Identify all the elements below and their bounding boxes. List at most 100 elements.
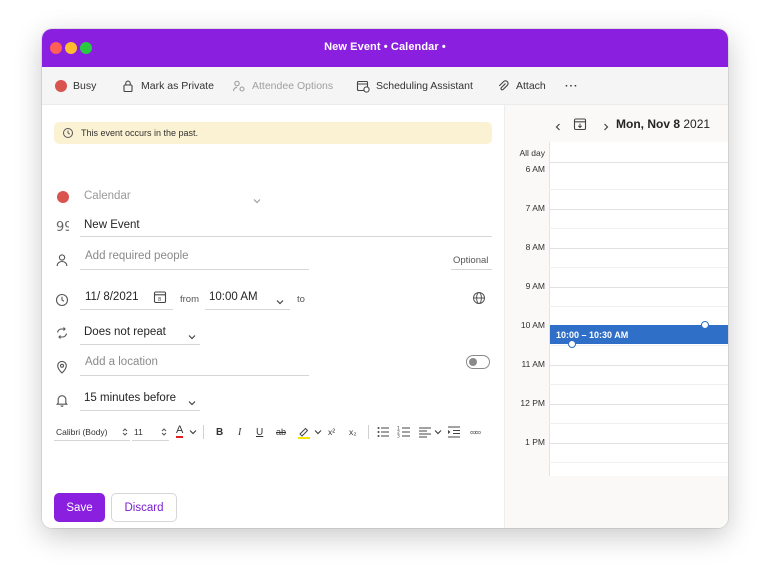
scheduling-assistant-label: Scheduling Assistant [376, 80, 473, 92]
title-underline [80, 236, 492, 237]
chevron-down-icon[interactable] [433, 427, 443, 437]
chevron-left-icon[interactable] [553, 119, 563, 131]
hour-label: 8 AM [525, 242, 545, 252]
font-name-underline [54, 440, 130, 441]
busy-button[interactable]: Busy [55, 67, 96, 105]
date-underline [80, 309, 173, 310]
reminder-select[interactable]: 15 minutes before [84, 392, 176, 404]
hour-label: 10 AM [520, 320, 545, 330]
more-formatting-button[interactable]: ∞∞ [470, 423, 481, 441]
chevron-down-icon[interactable] [275, 294, 285, 305]
font-size-underline [132, 440, 169, 441]
chevron-right-icon[interactable] [601, 119, 611, 131]
resize-handle-end[interactable] [701, 321, 709, 329]
bold-button[interactable]: B [216, 423, 223, 441]
date-picker-icon[interactable]: 8 [153, 290, 167, 304]
event-window: New Event • Calendar • Busy Mark as Priv… [42, 29, 728, 528]
half-hour-line [549, 384, 728, 385]
quote-icon: 99 [55, 219, 73, 235]
people-settings-icon [232, 79, 246, 93]
superscript-button[interactable]: x² [328, 423, 335, 441]
chevron-down-icon[interactable] [188, 427, 198, 437]
font-name-select[interactable]: Calibri (Body) [56, 423, 108, 441]
font-color-button[interactable]: A [176, 423, 184, 438]
font-size-select[interactable]: 11 [134, 423, 143, 441]
hour-label: 9 AM [525, 281, 545, 291]
globe-icon[interactable] [472, 291, 486, 305]
half-hour-line [549, 345, 728, 346]
discard-button[interactable]: Discard [111, 493, 177, 522]
event-title-input[interactable]: New Event [84, 219, 140, 231]
hour-line [549, 443, 728, 444]
paperclip-icon [496, 79, 510, 93]
formatting-toolbar: Calibri (Body) 11 A B I U ab x² x₂ 1 2 3… [54, 423, 494, 441]
attach-button[interactable]: Attach [496, 67, 546, 105]
start-time-select[interactable]: 10:00 AM [209, 291, 258, 303]
stepper-icon[interactable] [159, 427, 169, 437]
italic-button[interactable]: I [238, 423, 241, 441]
subscript-button[interactable]: x₂ [349, 423, 357, 441]
event-form: This event occurs in the past. Calendar … [42, 105, 504, 528]
chevron-down-icon[interactable] [252, 193, 262, 204]
all-day-divider [549, 162, 728, 163]
hour-line [549, 365, 728, 366]
chevron-down-icon[interactable] [187, 329, 197, 340]
location-input[interactable]: Add a location [85, 356, 158, 368]
svg-text:8: 8 [158, 297, 161, 303]
time-underline [205, 309, 290, 310]
resize-handle-start[interactable] [568, 340, 576, 348]
svg-text:3: 3 [397, 434, 400, 440]
separator [368, 425, 369, 439]
hour-label: 11 AM [521, 359, 545, 369]
attach-label: Attach [516, 80, 546, 92]
clock-icon [55, 293, 69, 307]
online-meeting-toggle[interactable] [466, 355, 490, 369]
busy-label: Busy [73, 80, 97, 92]
to-label: to [297, 294, 305, 305]
align-left-icon[interactable] [418, 425, 432, 439]
required-people-input[interactable]: Add required people [85, 250, 189, 262]
title-bar: New Event • Calendar • [42, 29, 728, 67]
highlighter-icon[interactable] [297, 425, 311, 439]
start-date-input[interactable]: 11/ 8/2021 [85, 291, 139, 303]
hour-line [549, 404, 728, 405]
more-options-button[interactable]: ··· [565, 67, 579, 105]
numbered-list-icon[interactable]: 123 [397, 425, 411, 440]
calendar-color-icon [57, 191, 69, 203]
people-underline [80, 269, 309, 270]
hour-line [549, 248, 728, 249]
save-button[interactable]: Save [54, 493, 105, 522]
today-icon[interactable] [573, 117, 587, 131]
lock-icon [121, 79, 135, 93]
chevron-down-icon[interactable] [187, 395, 197, 406]
window-title: New Event • Calendar • [324, 41, 446, 53]
optional-people-link[interactable]: Optional [453, 255, 488, 266]
svg-text:99: 99 [56, 220, 69, 233]
attendee-options-button[interactable]: Attendee Options [232, 67, 333, 105]
calendar-pane-header: Mon, Nov 8 2021 [505, 105, 728, 142]
half-hour-line [549, 228, 728, 229]
reminder-underline [80, 410, 200, 411]
bullet-list-icon[interactable] [376, 425, 390, 439]
half-hour-line [549, 423, 728, 424]
chevron-down-icon[interactable] [313, 427, 323, 437]
hour-line [549, 287, 728, 288]
hour-line [549, 209, 728, 210]
indent-icon[interactable] [447, 425, 461, 439]
half-hour-line [549, 462, 728, 463]
stepper-icon[interactable] [120, 427, 130, 437]
repeat-select[interactable]: Does not repeat [84, 326, 166, 338]
busy-status-icon [55, 80, 67, 92]
toggle-knob [469, 358, 477, 366]
underline-button[interactable]: U [256, 423, 263, 441]
location-underline [80, 375, 309, 376]
scheduling-assistant-button[interactable]: Scheduling Assistant [356, 67, 473, 105]
mark-private-button[interactable]: Mark as Private [121, 67, 214, 105]
strikethrough-button[interactable]: ab [276, 423, 286, 441]
repeat-icon [55, 326, 69, 340]
day-grid[interactable] [549, 142, 728, 476]
all-day-label: All day [519, 148, 545, 158]
calendar-select[interactable]: Calendar [84, 190, 131, 202]
hour-label: 7 AM [525, 203, 545, 213]
clock-warning-icon [61, 126, 75, 140]
